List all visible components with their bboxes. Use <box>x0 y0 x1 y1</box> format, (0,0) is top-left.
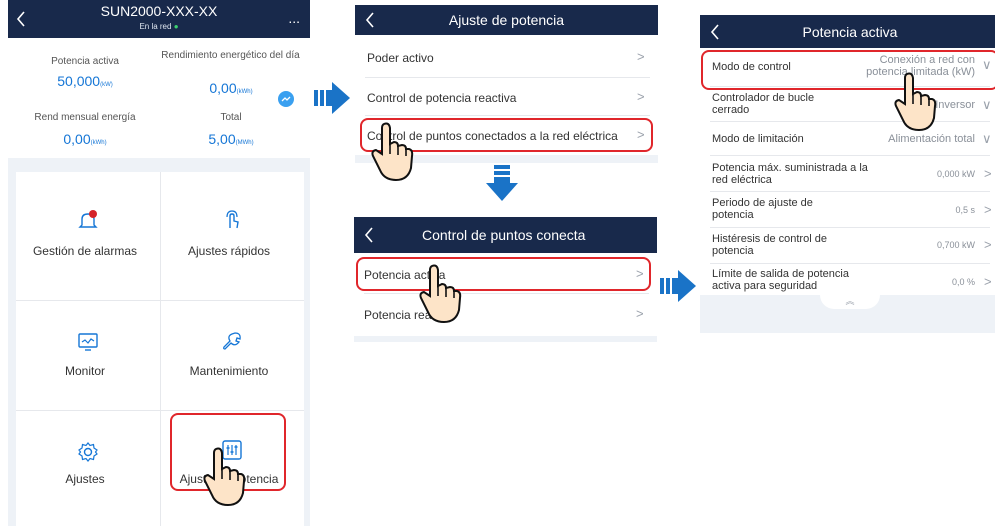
menu-item-active-power[interactable]: Poder activo <box>367 51 434 65</box>
wrench-icon <box>220 330 244 354</box>
tile-settings[interactable]: Ajustes <box>16 410 160 526</box>
chevron-right-icon: > <box>984 274 992 289</box>
tile-quick-settings[interactable]: Ajustes rápidos <box>160 172 304 300</box>
screen-title: Ajuste de potencia <box>448 12 565 28</box>
stats-card: Potencia activa 50,000(kW) Rendimiento e… <box>8 38 310 158</box>
chevron-down-icon: ∨ <box>982 97 992 112</box>
divider <box>710 155 990 156</box>
setting-label: Modo de limitación <box>712 133 804 145</box>
tile-label: Gestión de alarmas <box>32 244 138 258</box>
tile-label: Ajustes <box>65 472 105 486</box>
tap-hand-icon <box>200 445 248 514</box>
tap-hand-icon <box>368 120 416 189</box>
tile-label: Monitor <box>64 364 105 378</box>
more-menu-icon[interactable]: ... <box>288 10 300 26</box>
chevron-down-icon: ∨ <box>982 131 992 146</box>
tap-hand-icon <box>891 70 939 139</box>
stat-value: 50,000(kW) <box>57 73 113 89</box>
safety-limit-value[interactable]: 0,0 % <box>890 277 975 287</box>
device-title: SUN2000-XXX-XX <box>100 3 218 19</box>
screen-title: Potencia activa <box>802 24 898 40</box>
chevron-right-icon: > <box>984 202 992 217</box>
setting-label: Límite de salida de potencia activa para… <box>712 268 849 292</box>
setting-label: Controlador de bucle cerrado <box>712 92 815 116</box>
tile-alarm-management[interactable]: Gestión de alarmas <box>16 172 160 300</box>
gear-icon <box>76 440 100 464</box>
bell-alert-icon <box>76 208 100 232</box>
chevron-right-icon: > <box>637 89 645 104</box>
status-dot-icon: ● <box>173 22 179 31</box>
highlight-box <box>701 50 995 90</box>
stat-value: 0,00(kWh) <box>209 80 253 96</box>
hysteresis-value[interactable]: 0,700 kW <box>890 240 975 250</box>
chevron-right-icon: > <box>984 166 992 181</box>
stat-label: Total <box>220 112 242 123</box>
screen-header: Ajuste de potencia <box>355 5 658 35</box>
divider <box>365 77 650 78</box>
tile-label: Mantenimiento <box>189 364 269 378</box>
setting-label: Histéresis de control de potencia <box>712 233 827 257</box>
monitor-icon <box>76 330 100 354</box>
stat-value: 5,00(MWh) <box>208 131 254 147</box>
divider <box>364 293 649 294</box>
chevron-right-icon: > <box>636 306 644 321</box>
collapse-up-icon[interactable]: ︽ <box>820 295 880 309</box>
setting-label: Periodo de ajuste de potencia <box>712 197 813 221</box>
divider <box>365 115 650 116</box>
flow-arrow-icon <box>660 268 698 309</box>
divider <box>710 121 990 122</box>
divider <box>710 227 990 228</box>
touch-icon <box>220 208 244 232</box>
flow-arrow-down-icon <box>484 165 520 208</box>
divider <box>710 263 990 264</box>
tap-hand-icon <box>416 262 464 331</box>
screen-header: Potencia activa <box>700 15 995 48</box>
stat-value: 0,00(kWh) <box>63 131 107 147</box>
flow-arrow-icon <box>314 80 352 121</box>
stat-label: Rend mensual energía <box>34 112 136 123</box>
stat-label: Rendimiento energético del día <box>161 50 300 61</box>
tile-label: Ajustes rápidos <box>187 244 271 258</box>
divider <box>710 191 990 192</box>
stat-label: Potencia activa <box>51 56 119 67</box>
collapse-bar: ︽ <box>700 295 995 333</box>
setting-label: Potencia máx. suministrada a la red eléc… <box>712 162 868 186</box>
tile-monitor[interactable]: Monitor <box>16 300 160 410</box>
back-icon[interactable] <box>358 217 380 253</box>
tile-maintenance[interactable]: Mantenimiento <box>160 300 304 410</box>
menu-item-reactive-power[interactable]: Control de potencia reactiva <box>367 91 516 105</box>
screen-header: Control de puntos conecta <box>354 217 657 253</box>
status-badge: En la red ● <box>139 22 179 31</box>
app-header: SUN2000-XXX-XX En la red ● ... <box>8 0 310 38</box>
chevron-right-icon: > <box>984 237 992 252</box>
chevron-right-icon: > <box>637 49 645 64</box>
highlight-box <box>356 257 651 291</box>
trend-chart-icon[interactable] <box>278 91 294 107</box>
adjust-period-value[interactable]: 0,5 s <box>890 205 975 215</box>
screen-title: Control de puntos conecta <box>422 227 586 243</box>
max-feed-power-value[interactable]: 0,000 kW <box>890 169 975 179</box>
